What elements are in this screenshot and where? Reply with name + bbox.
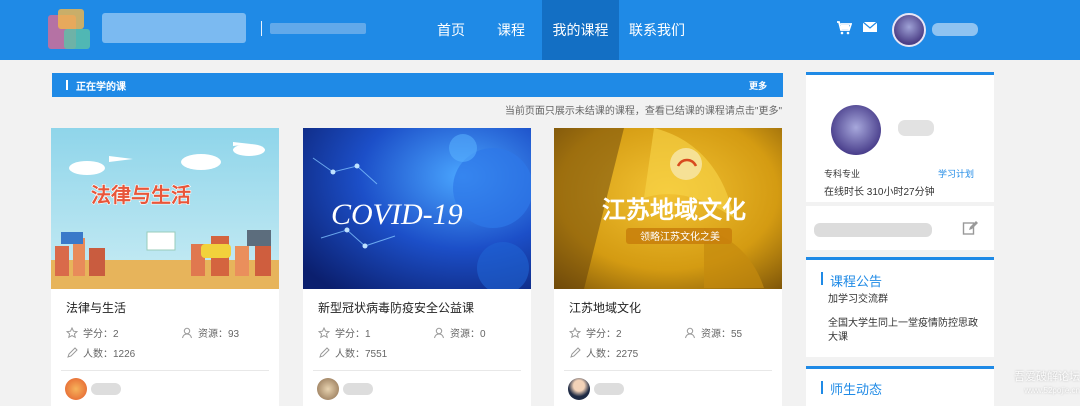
course-title[interactable]: 新型冠状病毒防疫安全公益课	[318, 299, 474, 316]
course-students: 人数：1226	[66, 345, 135, 362]
course-students: 人数：2275	[569, 345, 638, 362]
more-link[interactable]: 更多	[749, 79, 767, 92]
section-marker	[821, 381, 823, 394]
teacher-name-blurred[interactable]	[343, 383, 373, 395]
course-cover-title: COVID-19	[331, 198, 463, 231]
card-divider	[564, 370, 772, 371]
announcement-item[interactable]: 全国大学生同上一堂疫情防控思政大课	[828, 317, 978, 345]
learning-section-header: 正在学的课 更多	[52, 73, 783, 97]
course-cover[interactable]: COVID-19	[303, 128, 531, 289]
nav-courses[interactable]: 课程	[480, 0, 542, 60]
course-cover-subtitle: 领略江苏文化之美	[640, 230, 720, 243]
course-resources: 资源：93	[181, 325, 239, 342]
teacher-name-blurred[interactable]	[594, 383, 624, 395]
course-cover[interactable]: 江苏地域文化 领略江苏文化之美	[554, 128, 782, 289]
svg-text:江苏地域文化: 江苏地域文化	[602, 196, 746, 224]
card-divider	[61, 370, 269, 371]
teacher-avatar[interactable]	[317, 378, 339, 400]
announcement-panel: 课程公告 加学习交流群 全国大学生同上一堂疫情防控思政大课	[806, 257, 994, 357]
profile-major: 专科专业	[824, 169, 861, 179]
sub-brand-blurred	[270, 23, 366, 34]
svg-text:领略江苏文化之美: 领略江苏文化之美	[640, 230, 720, 243]
watermark-line2: www.52pojie.cn	[1024, 386, 1080, 395]
profile-avatar[interactable]	[831, 105, 881, 155]
star-icon	[65, 326, 79, 342]
star-icon	[568, 326, 582, 342]
course-credit: 学分：1	[317, 325, 371, 342]
course-cover-title: 法律与生活	[90, 182, 191, 207]
course-cover[interactable]: 法律与生活	[51, 128, 279, 289]
course-card[interactable]: COVID-19 新型冠状病毒防疫安全公益课 学分：1 资源：0 人数：7551	[303, 128, 531, 406]
nav-my-courses[interactable]: 我的课程	[542, 0, 619, 60]
pencil-icon	[569, 347, 581, 362]
user-icon	[433, 327, 445, 342]
user-icon	[181, 327, 193, 342]
dynamics-panel: 师生动态	[806, 366, 994, 406]
teacher-name-blurred[interactable]	[91, 383, 121, 395]
cart-icon[interactable]	[836, 20, 853, 38]
site-logo[interactable]	[44, 5, 248, 51]
teacher-avatar[interactable]	[568, 378, 590, 400]
pencil-icon	[66, 347, 78, 362]
dynamics-title: 师生动态	[830, 382, 883, 397]
profile-name-blurred	[898, 120, 934, 136]
course-title[interactable]: 法律与生活	[66, 299, 126, 316]
username-blurred[interactable]	[932, 23, 978, 36]
edit-icon[interactable]	[962, 220, 978, 236]
course-cover-title: 江苏地域文化	[602, 196, 746, 224]
study-plan-link[interactable]: 学习计划	[938, 167, 974, 180]
announcement-item[interactable]: 加学习交流群	[828, 293, 978, 307]
course-credit: 学分：2	[65, 325, 119, 342]
section-title: 正在学的课	[76, 82, 126, 93]
watermark-line1: 吾爱破解论坛	[1014, 371, 1080, 383]
course-card[interactable]: 法律与生活 法律与生活 学分：2 资源：93 人数：1226	[51, 128, 279, 406]
nav-home[interactable]: 首页	[422, 0, 480, 60]
course-card[interactable]: 江苏地域文化 领略江苏文化之美 江苏地域文化 学分：2 资源：55 人数：227…	[554, 128, 782, 406]
watermark: 吾爱破解论坛 www.52pojie.cn	[980, 370, 1080, 398]
user-avatar[interactable]	[892, 13, 926, 47]
pencil-icon	[318, 347, 330, 362]
card-divider	[313, 370, 521, 371]
signature-panel	[806, 206, 994, 250]
section-marker	[66, 80, 68, 90]
svg-text:COVID-19: COVID-19	[331, 198, 463, 231]
star-icon	[317, 326, 331, 342]
svg-text:法律与生活: 法律与生活	[91, 183, 191, 207]
mail-icon[interactable]	[862, 20, 878, 38]
teacher-avatar[interactable]	[65, 378, 87, 400]
top-navbar: 首页 课程 我的课程 联系我们	[0, 0, 1080, 60]
online-duration: 在线时长 310小时27分钟	[824, 187, 935, 198]
course-title[interactable]: 江苏地域文化	[569, 299, 641, 316]
course-students: 人数：7551	[318, 345, 387, 362]
hint-text: 当前页面只展示未结课的课程，查看已结课的课程请点击"更多"	[504, 106, 782, 117]
main-nav: 首页 课程 我的课程 联系我们	[422, 0, 695, 60]
profile-panel: 专科专业 学习计划 在线时长 310小时27分钟	[806, 72, 994, 202]
section-marker	[821, 272, 823, 285]
announcement-title: 课程公告	[830, 274, 883, 289]
user-icon	[684, 327, 696, 342]
brand-divider	[261, 21, 262, 36]
signature-blurred	[814, 223, 932, 237]
course-credit: 学分：2	[568, 325, 622, 342]
course-resources: 资源：55	[684, 325, 742, 342]
course-resources: 资源：0	[433, 325, 486, 342]
nav-contact[interactable]: 联系我们	[619, 0, 695, 60]
